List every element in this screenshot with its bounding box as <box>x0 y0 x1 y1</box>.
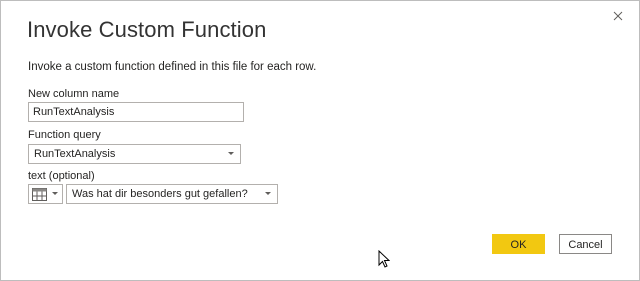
table-icon <box>32 188 47 206</box>
function-query-selected: RunTextAnalysis <box>34 148 116 160</box>
new-column-name-label: New column name <box>28 88 120 100</box>
invoke-custom-function-dialog: Invoke Custom Function Invoke a custom f… <box>0 0 640 281</box>
text-param-label: text (optional) <box>28 170 95 182</box>
text-param-selected: Was hat dir besonders gut gefallen? <box>72 188 248 200</box>
ok-button[interactable]: OK <box>492 234 545 254</box>
mouse-pointer-icon <box>378 249 391 273</box>
dialog-title: Invoke Custom Function <box>27 17 267 42</box>
cancel-button[interactable]: Cancel <box>559 234 612 254</box>
text-param-type-dropdown[interactable] <box>28 184 63 204</box>
chevron-down-icon <box>52 192 58 195</box>
function-query-label: Function query <box>28 129 101 141</box>
dialog-description: Invoke a custom function defined in this… <box>28 61 317 73</box>
new-column-name-input[interactable]: RunTextAnalysis <box>28 102 244 122</box>
chevron-down-icon <box>265 192 271 195</box>
function-query-dropdown[interactable]: RunTextAnalysis <box>28 144 241 164</box>
text-param-column-dropdown[interactable]: Was hat dir besonders gut gefallen? <box>66 184 278 204</box>
chevron-down-icon <box>228 152 234 155</box>
close-icon[interactable] <box>611 9 625 23</box>
